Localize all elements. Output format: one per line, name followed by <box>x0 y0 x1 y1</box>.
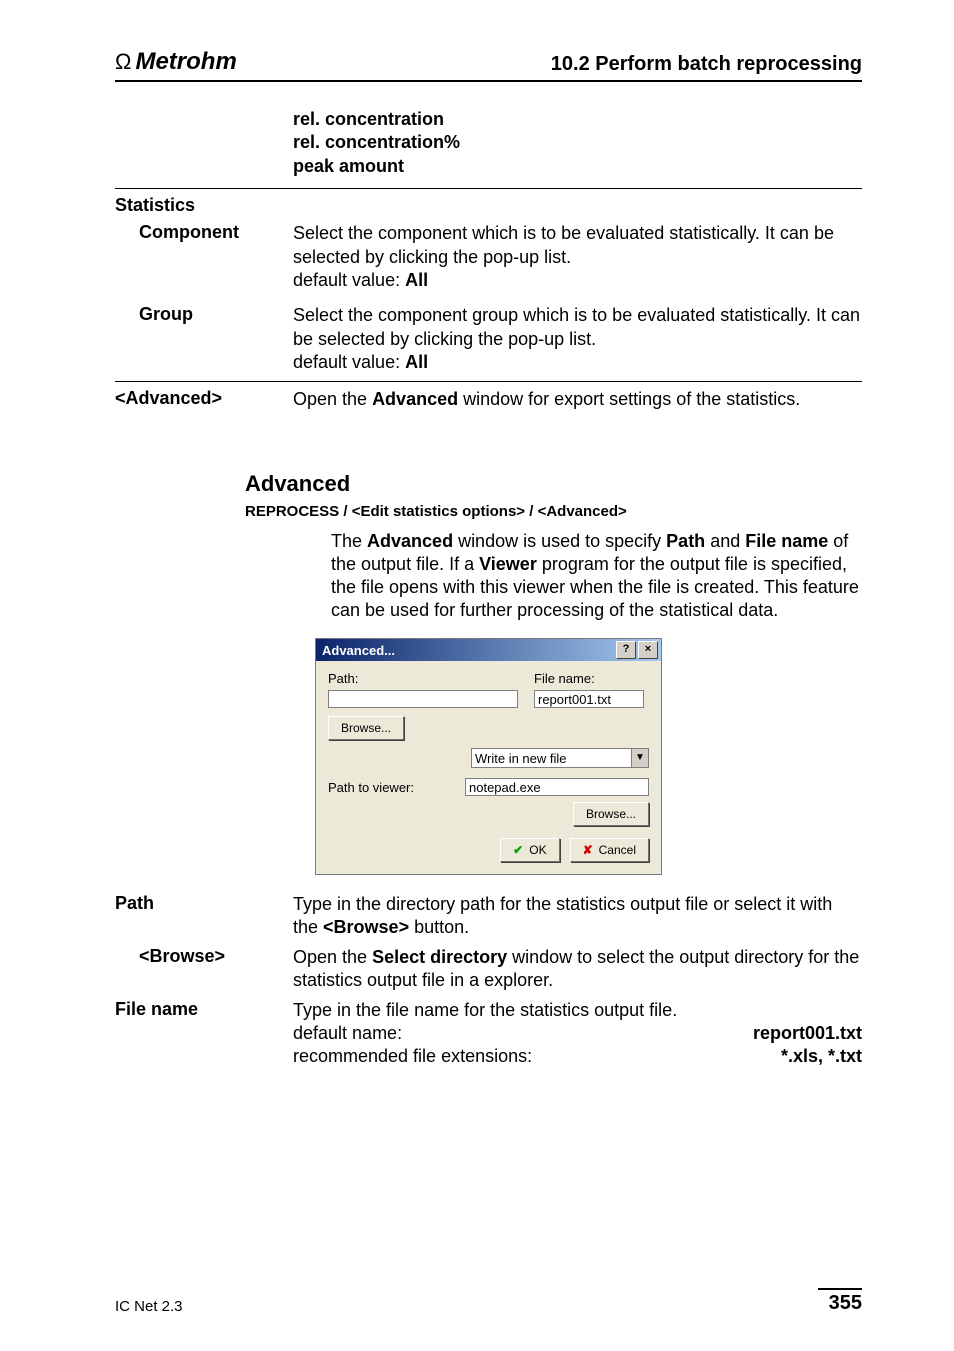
intro-paragraph: The Advanced window is used to specify P… <box>331 530 862 622</box>
component-desc: Select the component which is to be eval… <box>293 222 862 292</box>
filename-row-desc: Type in the file name for the statistics… <box>293 999 862 1069</box>
advanced-row-desc: Open the Advanced window for export sett… <box>293 388 862 411</box>
divider <box>115 381 862 382</box>
group-desc: Select the component group which is to b… <box>293 304 862 374</box>
write-mode-select[interactable]: Write in new file ▼ <box>471 748 649 768</box>
browse-viewer-button[interactable]: Browse... <box>573 802 649 826</box>
statistics-label: Statistics <box>115 195 293 216</box>
browse-path-button[interactable]: Browse... <box>328 716 404 740</box>
brand-logo: Ω Metrohm <box>115 48 237 76</box>
group-label: Group <box>115 304 293 325</box>
brand-text: Metrohm <box>135 48 236 76</box>
help-icon[interactable]: ? <box>616 641 636 659</box>
component-label: Component <box>115 222 293 243</box>
filename-label: File name: <box>534 671 649 686</box>
check-icon: ✔ <box>513 840 523 860</box>
chevron-down-icon: ▼ <box>631 749 648 767</box>
filename-row-label: File name <box>115 999 293 1020</box>
browse-row-label: <Browse> <box>115 946 293 967</box>
ok-button[interactable]: ✔OK <box>500 838 559 862</box>
path-row-desc: Type in the directory path for the stati… <box>293 893 862 940</box>
browse-row-desc: Open the Select directory window to sele… <box>293 946 862 993</box>
cancel-button[interactable]: ✘Cancel <box>570 838 649 862</box>
close-icon[interactable]: × <box>638 641 658 659</box>
page-footer: IC Net 2.3 355 <box>115 1288 862 1315</box>
divider <box>115 188 862 189</box>
path-label: Path: <box>328 671 524 686</box>
cancel-icon: ✘ <box>583 840 593 860</box>
advanced-dialog: Advanced... ? × Path: Browse... File nam… <box>315 638 662 875</box>
page-header: Ω Metrohm 10.2 Perform batch reprocessin… <box>115 48 862 82</box>
dialog-title: Advanced... <box>322 643 395 658</box>
advanced-row-label: <Advanced> <box>115 388 293 409</box>
filename-input[interactable] <box>534 690 644 708</box>
path-input[interactable] <box>328 690 518 708</box>
path-to-viewer-label: Path to viewer: <box>328 780 455 795</box>
value-item: peak amount <box>293 155 862 178</box>
path-row-label: Path <box>115 893 293 914</box>
product-name: IC Net 2.3 <box>115 1298 183 1315</box>
path-to-viewer-input[interactable] <box>465 778 649 796</box>
page-number: 355 <box>818 1288 862 1315</box>
brand-icon: Ω <box>115 49 131 75</box>
value-list: rel. concentration rel. concentration% p… <box>293 108 862 178</box>
breadcrumb: REPROCESS / <Edit statistics options> / … <box>245 503 862 520</box>
select-value: Write in new file <box>475 751 631 766</box>
dialog-title-bar: Advanced... ? × <box>316 639 661 661</box>
advanced-heading: Advanced <box>245 471 862 497</box>
value-item: rel. concentration% <box>293 131 862 154</box>
value-item: rel. concentration <box>293 108 862 131</box>
section-title: 10.2 Perform batch reprocessing <box>551 53 862 76</box>
